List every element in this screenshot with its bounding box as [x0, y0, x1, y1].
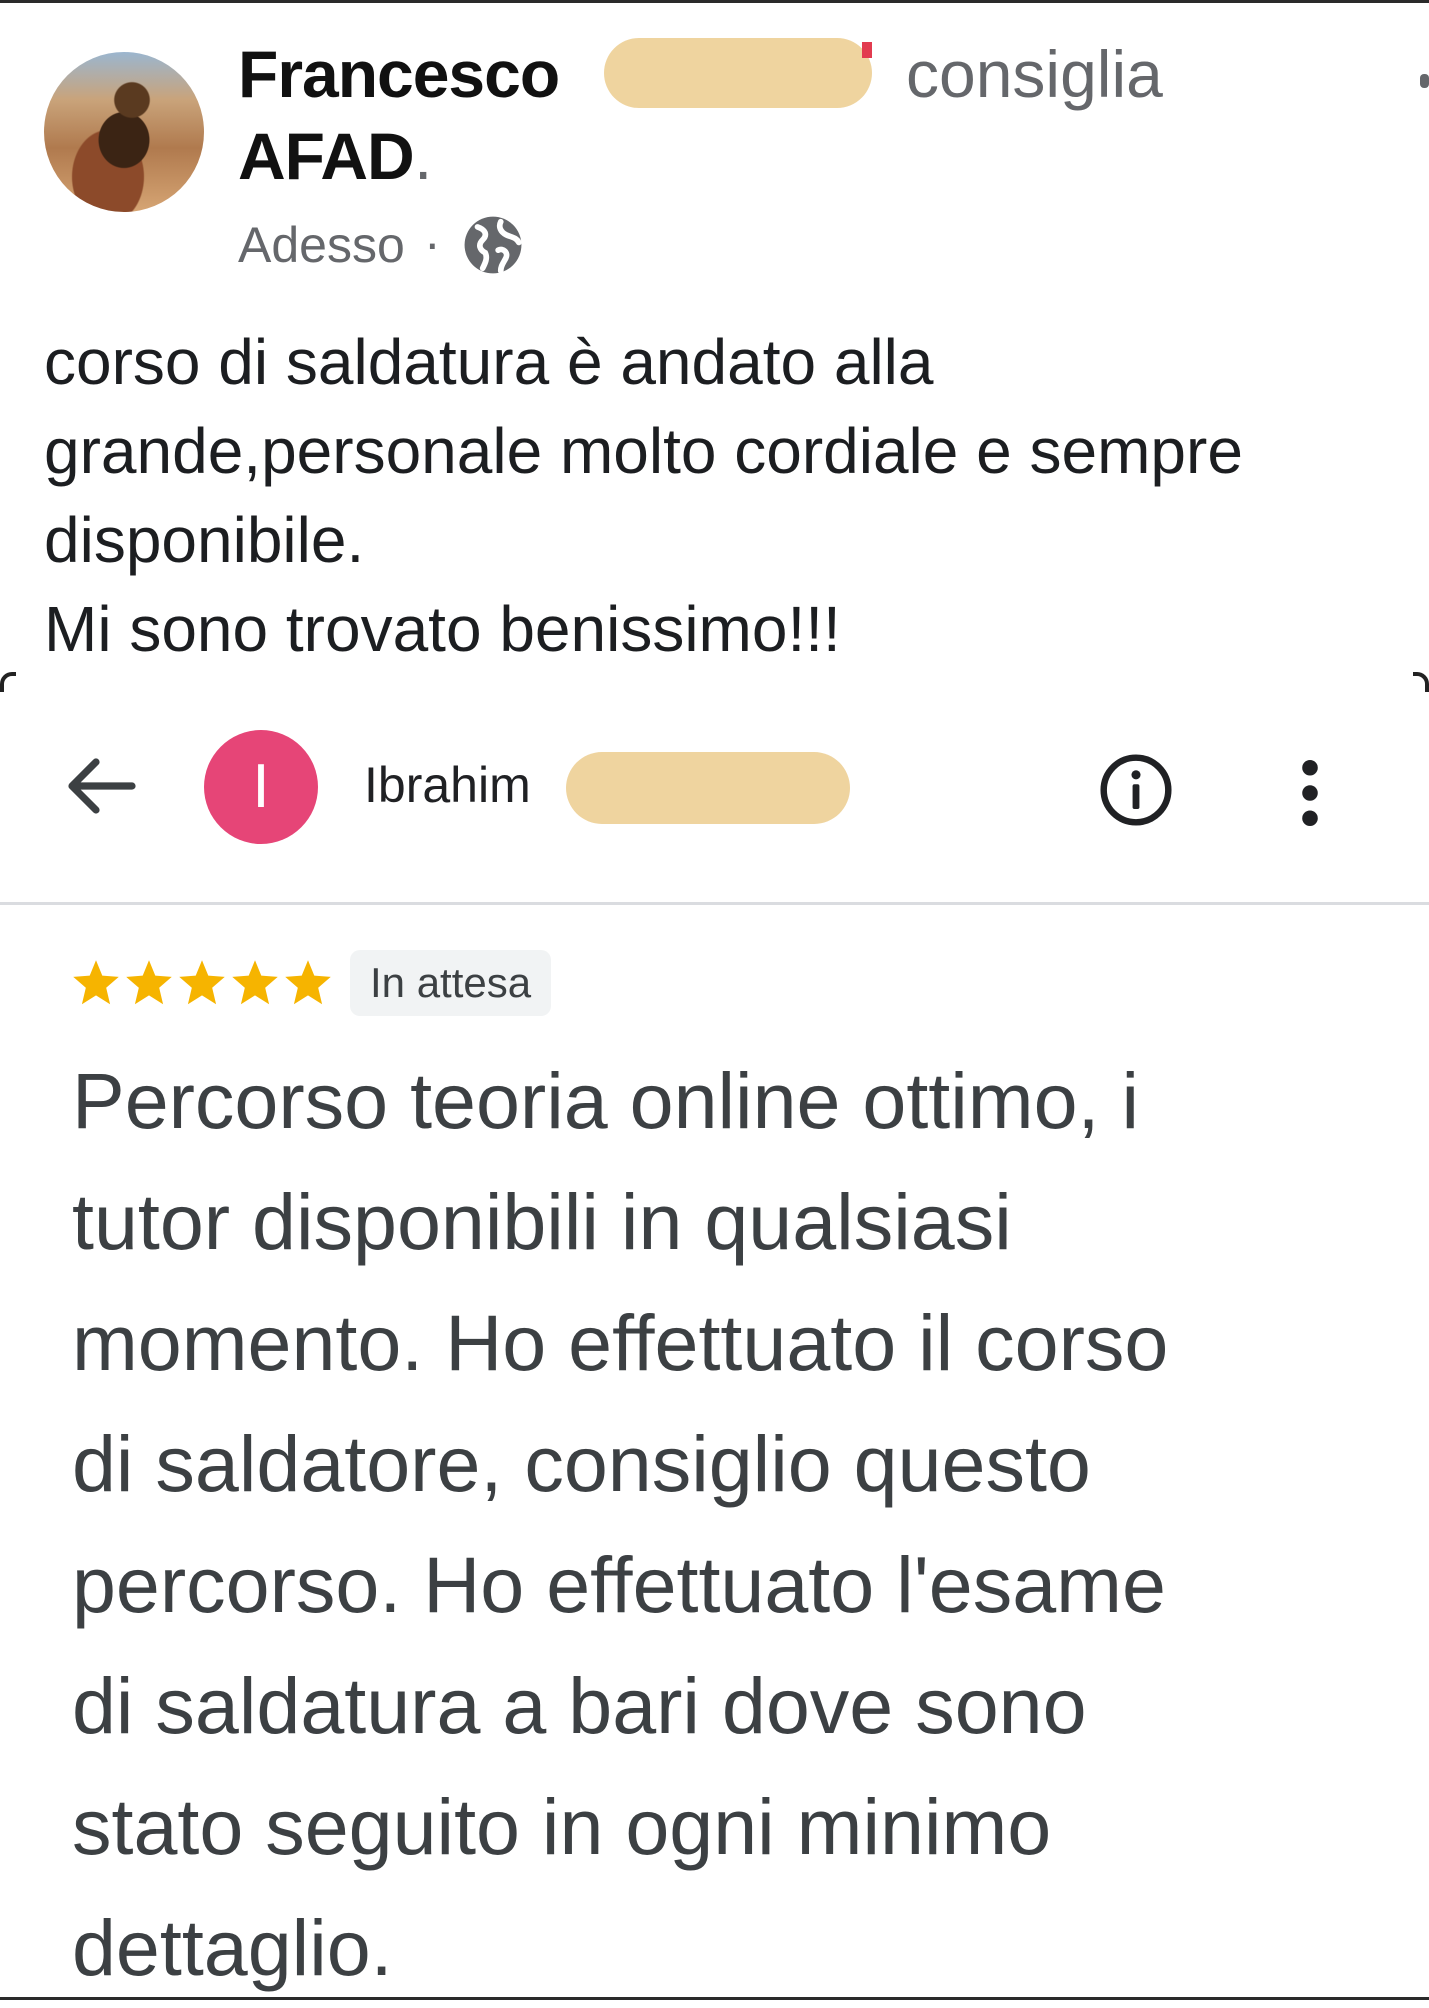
post-text-line: disponibile.	[44, 504, 365, 576]
star-icon	[285, 960, 331, 1005]
info-icon[interactable]	[1098, 752, 1174, 828]
review-text-line: momento. Ho effettuato il corso	[72, 1298, 1169, 1387]
post-text: corso di saldatura è andato alla grande,…	[44, 318, 1414, 674]
author-name[interactable]: Francesco	[238, 36, 560, 112]
review-text-line: percorso. Ho effettuato l'esame	[72, 1540, 1166, 1629]
review-text: Percorso teoria online ottimo, i tutor d…	[72, 1040, 1412, 2008]
recommend-text: consiglia	[906, 37, 1163, 111]
more-options-icon[interactable]	[1420, 74, 1429, 88]
review-text-line: stato seguito in ogni minimo	[72, 1782, 1052, 1871]
redacted-reviewer-surname	[566, 752, 850, 824]
author-avatar[interactable]	[44, 52, 204, 212]
page-name[interactable]: AFAD	[238, 118, 415, 194]
star-icon	[73, 960, 119, 1005]
facebook-post: Francesco consiglia AFAD . Adesso · cors…	[0, 0, 1429, 680]
post-text-line: grande,personale molto cordiale e sempre	[44, 415, 1243, 487]
post-timestamp[interactable]: Adesso	[238, 216, 405, 274]
star-icon	[179, 960, 225, 1005]
header-divider	[0, 902, 1429, 905]
reviewer-avatar[interactable]: I	[204, 730, 318, 844]
page-name-period: .	[414, 119, 433, 193]
star-icon	[232, 960, 278, 1005]
star-rating	[70, 950, 335, 1016]
post-text-line: Mi sono trovato benissimo!!!	[44, 593, 841, 665]
globe-icon[interactable]	[462, 214, 524, 276]
redaction-edge-mark	[862, 42, 872, 58]
redacted-surname	[604, 38, 872, 108]
review-text-line: Percorso teoria online ottimo, i	[72, 1056, 1140, 1145]
review-text-line: dettaglio.	[72, 1903, 393, 1992]
review-text-line: di saldatura a bari dove sono	[72, 1661, 1087, 1750]
star-icon	[126, 960, 172, 1005]
review-text-line: tutor disponibili in qualsiasi	[72, 1177, 1012, 1266]
arrow-left-icon[interactable]	[66, 756, 136, 816]
reviewer-name[interactable]: Ibrahim	[364, 756, 531, 814]
review-text-line: di saldatore, consiglio questo	[72, 1419, 1091, 1508]
post-text-line: corso di saldatura è andato alla	[44, 326, 934, 398]
status-badge: In attesa	[350, 950, 552, 1016]
meta-separator: ·	[424, 215, 441, 271]
more-vert-icon[interactable]	[1298, 758, 1322, 828]
